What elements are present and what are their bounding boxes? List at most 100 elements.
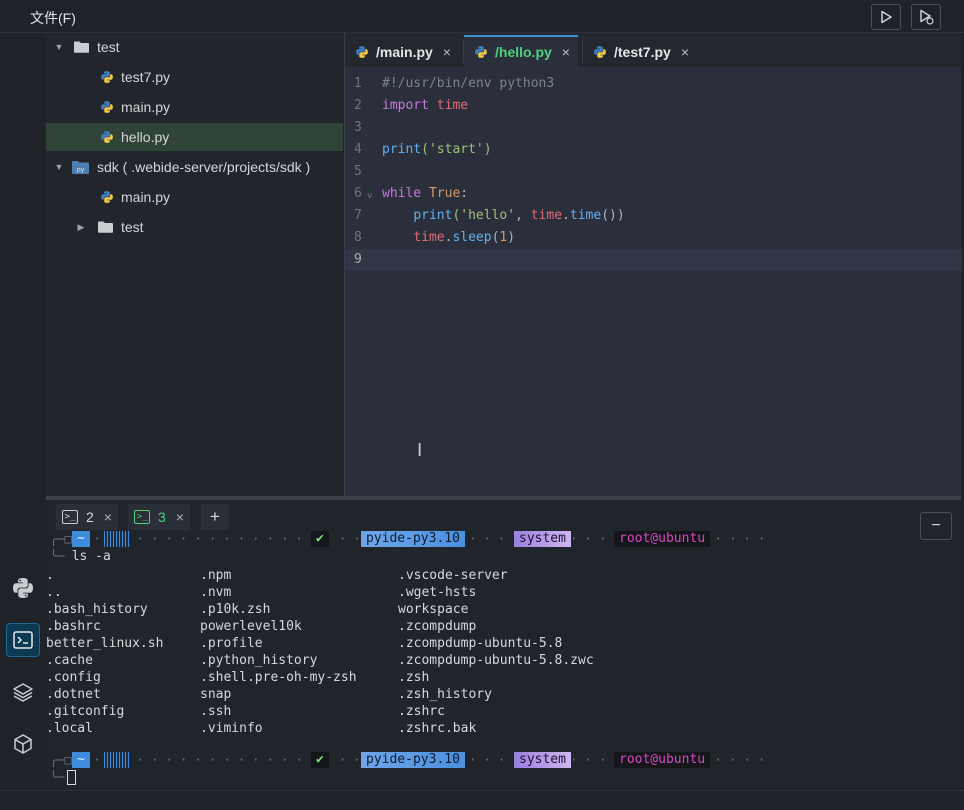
tree-file-sdk-main[interactable]: main.py: [46, 183, 343, 211]
prompt-context: system: [514, 752, 571, 768]
terminal-tab-2[interactable]: >_ 2 ×: [56, 504, 118, 530]
python-file-icon: [356, 46, 368, 58]
ls-entry: .bashrc: [46, 619, 101, 634]
code-editor: /main.py × /hello.py × /test7.py × 1 #!/…: [344, 33, 962, 496]
ls-row: .bashrc powerlevel10k .zcompdump: [46, 618, 906, 635]
code-token: ): [507, 230, 516, 245]
prompt-dir-pattern: [104, 752, 130, 768]
tree-folder-sdk-test[interactable]: ▶ test: [46, 213, 343, 241]
prompt-dir: ~: [72, 752, 90, 768]
line-number: 9: [354, 252, 362, 267]
ls-entry: .zsh: [398, 670, 430, 685]
layers-icon[interactable]: [6, 675, 40, 709]
close-icon[interactable]: ×: [176, 509, 184, 525]
run-button[interactable]: [871, 4, 901, 30]
prompt-status: ✔: [311, 752, 329, 768]
terminal-output[interactable]: ╭─□ · · · · · · · · · · · · · · · · · · …: [46, 530, 906, 790]
text-cursor-icon: I: [417, 440, 423, 461]
tree-file-main[interactable]: main.py: [46, 93, 343, 121]
code-token: time: [530, 208, 563, 223]
ls-entry: .zcompdump: [398, 619, 477, 634]
line-number: 8: [354, 230, 362, 245]
code-token: #!/usr/bin/env python3: [382, 76, 555, 91]
line-number: 2: [354, 98, 362, 113]
tab-label: /main.py: [376, 44, 433, 60]
code-line: 2 import time: [345, 95, 962, 117]
ls-entry: .bash_history: [46, 602, 148, 617]
tree-file-test7[interactable]: test7.py: [46, 63, 343, 91]
line-number: 3: [354, 120, 362, 135]
tree-label: test: [121, 219, 144, 235]
ls-row: .gitconfig .ssh .zshrc: [46, 703, 906, 720]
menu-bar: 文件(F): [0, 0, 964, 33]
ls-entry: powerlevel10k: [200, 619, 302, 634]
code-line: 3: [345, 117, 962, 139]
chevron-down-icon: ▼: [54, 162, 64, 172]
python-file-icon: [101, 191, 113, 203]
tree-label: test7.py: [121, 69, 171, 85]
ls-entry: .wget-hsts: [398, 585, 477, 600]
line-number: 5: [354, 164, 362, 179]
tab-main-py[interactable]: /main.py ×: [345, 35, 459, 67]
ls-row: .cache .python_history .zcompdump-ubuntu-5…: [46, 652, 906, 669]
chevron-right-icon: ▶: [77, 221, 85, 232]
ls-entry: .zshrc.bak: [398, 721, 477, 736]
add-terminal-button[interactable]: +: [201, 504, 229, 530]
tab-label: /test7.py: [614, 44, 671, 60]
ls-entry: better_linux.sh: [46, 636, 164, 651]
ls-entry: .ssh: [200, 704, 232, 719]
prompt-env: pyide-py3.10: [361, 531, 465, 547]
prompt-dir: ~: [72, 531, 90, 547]
ls-entry: .profile: [200, 636, 263, 651]
ls-entry: ..: [46, 585, 62, 600]
code-line: 8 time.sleep(1): [345, 227, 962, 249]
package-icon[interactable]: [6, 727, 40, 761]
folder-icon: [98, 221, 113, 233]
ls-entry: .zcompdump-ubuntu-5.8.zwc: [398, 653, 594, 668]
terminal-cursor: [67, 770, 77, 785]
tree-project-sdk[interactable]: ▼ py sdk ( .webide-server/projects/sdk ): [46, 153, 343, 181]
code-token: import: [382, 98, 429, 113]
menu-file[interactable]: 文件(F): [30, 8, 76, 28]
code-line: 1 #!/usr/bin/env python3: [345, 73, 962, 95]
ls-output: . .npm .vscode-server .. .nvm .wget-hsts .ba…: [46, 567, 906, 737]
chevron-down-icon: ▼: [54, 42, 64, 52]
tree-file-hello[interactable]: hello.py: [46, 123, 343, 151]
prompt-status: ✔: [311, 531, 329, 547]
terminal-icon[interactable]: [6, 623, 40, 657]
tree-label: main.py: [121, 99, 171, 115]
prompt-corner: ╰─: [50, 770, 65, 784]
python-file-icon: [101, 71, 113, 83]
python-icon[interactable]: [6, 571, 40, 605]
code-line: 4 print('start'): [345, 139, 962, 161]
ls-entry: .npm: [200, 568, 232, 583]
tree-label: sdk ( .webide-server/projects/sdk ): [97, 159, 311, 175]
code-line: 7 print('hello', time.time()): [345, 205, 962, 227]
prompt-user: root@ubuntu: [614, 531, 711, 547]
ls-entry: .zshrc: [398, 704, 445, 719]
ls-row: .dotnet snap .zsh_history: [46, 686, 906, 703]
tab-test7-py[interactable]: /test7.py ×: [583, 35, 697, 67]
terminal-icon: >_: [134, 510, 150, 524]
minimize-panel-button[interactable]: −: [920, 512, 952, 540]
line-number: 1: [354, 76, 362, 91]
close-icon[interactable]: ×: [562, 44, 570, 60]
terminal-tab-3[interactable]: >_ 3 ×: [128, 504, 190, 530]
fold-chevron-icon[interactable]: v: [367, 185, 372, 207]
python-file-icon: [475, 46, 487, 58]
terminal-tab-label: 2: [86, 509, 94, 525]
close-icon[interactable]: ×: [443, 44, 451, 60]
code-token: print: [413, 208, 453, 223]
ls-entry: workspace: [398, 602, 469, 617]
ls-entry: .p10k.zsh: [200, 602, 271, 617]
editor-tab-bar: /main.py × /hello.py × /test7.py ×: [345, 33, 962, 67]
folder-icon: [74, 41, 89, 53]
python-file-icon: [101, 101, 113, 113]
close-icon[interactable]: ×: [104, 509, 112, 525]
tree-folder-test[interactable]: ▼ test: [46, 33, 343, 61]
ls-entry: .vscode-server: [398, 568, 508, 583]
tab-hello-py[interactable]: /hello.py ×: [464, 35, 578, 67]
line-number: 6: [354, 186, 362, 201]
debug-run-button[interactable]: [911, 4, 941, 30]
close-icon[interactable]: ×: [681, 44, 689, 60]
